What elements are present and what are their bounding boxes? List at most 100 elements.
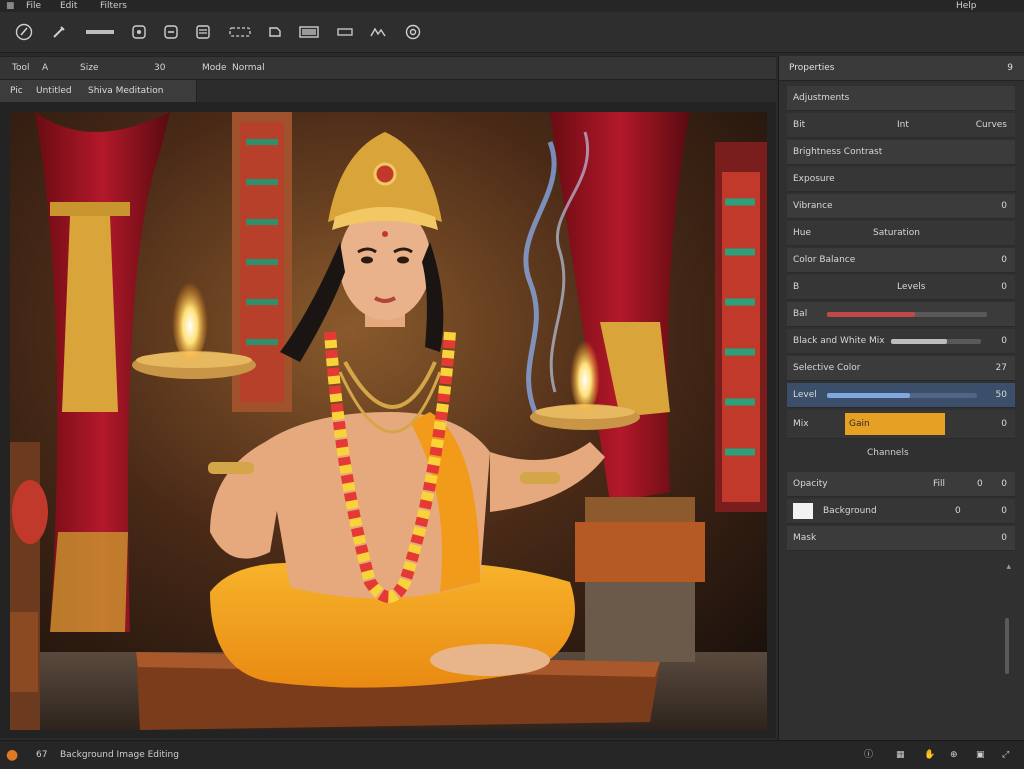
row-value: Curves bbox=[975, 120, 1007, 130]
menu-edit[interactable]: Edit bbox=[60, 0, 77, 12]
options-bar: Tool A Size 30 Mode Normal bbox=[0, 56, 776, 80]
info-icon[interactable]: ⓘ bbox=[864, 741, 873, 769]
canvas-area bbox=[0, 102, 776, 738]
row-mid: Levels bbox=[897, 282, 926, 292]
row-label: Brightness Contrast bbox=[793, 147, 883, 157]
adjustment-row-exposure[interactable]: Exposure bbox=[787, 167, 1015, 192]
row-label: Level bbox=[793, 390, 817, 400]
row-value: 0 bbox=[1001, 419, 1007, 429]
row-value: 0 bbox=[1001, 282, 1007, 292]
bw-slider-fill bbox=[891, 339, 947, 344]
fit-icon[interactable]: ▣ bbox=[976, 741, 985, 769]
row-label: Vibrance bbox=[793, 201, 833, 211]
move-icon[interactable] bbox=[266, 22, 284, 42]
row-value: 0 bbox=[1001, 336, 1007, 346]
document-tab-id: Pic bbox=[10, 86, 23, 96]
option-a[interactable]: A bbox=[42, 57, 48, 79]
rectangle-icon[interactable] bbox=[298, 22, 320, 42]
zoom-icon[interactable]: ⊕ bbox=[950, 741, 958, 769]
layer-value-1: 0 bbox=[955, 506, 961, 516]
line-icon[interactable] bbox=[336, 22, 354, 42]
option-size-label: Size bbox=[80, 63, 99, 73]
properties-panel: Properties 9 Adjustments Bit Int Curves … bbox=[778, 56, 1024, 740]
panel-title: Properties bbox=[789, 63, 835, 73]
app-logo-icon: ● bbox=[6, 747, 19, 763]
gain-label: Gain bbox=[849, 419, 870, 429]
bw-slider[interactable] bbox=[891, 339, 981, 344]
layer-thumbnail bbox=[793, 503, 813, 519]
row-label: Hue bbox=[793, 228, 812, 238]
option-tool[interactable]: Tool bbox=[12, 57, 29, 79]
stamp-icon[interactable] bbox=[162, 22, 180, 42]
row-mid: Int bbox=[897, 120, 909, 130]
document-tab[interactable]: Pic Untitled Shiva Meditation bbox=[0, 80, 197, 102]
status-text: Background Image Editing bbox=[60, 750, 179, 760]
opacity-label: Opacity bbox=[793, 479, 828, 489]
scroll-up-icon[interactable]: ▴ bbox=[1006, 562, 1011, 572]
image-canvas[interactable] bbox=[10, 112, 767, 730]
panel-scrollbar[interactable] bbox=[1005, 618, 1009, 674]
brush-tool-icon[interactable] bbox=[14, 22, 34, 42]
adjustment-row-levels[interactable]: B Levels 0 bbox=[787, 275, 1015, 300]
adjustment-row-bit[interactable]: Bit Int Curves bbox=[787, 113, 1015, 138]
selection-icon[interactable] bbox=[228, 22, 252, 42]
layers-header: Opacity Fill 0 0 bbox=[787, 472, 1015, 497]
row-value: 50 bbox=[995, 390, 1007, 400]
fullscreen-icon[interactable]: ⤢ bbox=[1002, 741, 1009, 769]
option-size-value[interactable]: 30 bbox=[154, 57, 165, 79]
row-mid: Saturation bbox=[873, 228, 920, 238]
adjustment-row-balance-slider[interactable]: Bal bbox=[787, 302, 1015, 327]
crop-icon[interactable] bbox=[130, 22, 148, 42]
status-bar: ● 67 Background Image Editing ⓘ ▦ ✋ ⊕ ▣ … bbox=[0, 740, 1024, 769]
gain-swatch[interactable]: Gain bbox=[845, 413, 945, 435]
option-mode-value[interactable]: Normal bbox=[232, 57, 265, 79]
menu-file[interactable]: File bbox=[26, 0, 41, 12]
layer-value: 0 bbox=[1001, 533, 1007, 543]
eyedropper-icon[interactable] bbox=[50, 22, 68, 42]
fill-value: 0 bbox=[1001, 479, 1007, 489]
layer-row-background[interactable]: Background 0 0 bbox=[787, 499, 1015, 524]
row-label: Selective Color bbox=[793, 363, 861, 373]
adjustment-row-mix[interactable]: Mix Gain 0 bbox=[787, 410, 1015, 439]
adjustment-row-selective-color[interactable]: Selective Color 27 bbox=[787, 356, 1015, 381]
toolbar bbox=[0, 12, 1024, 53]
layer-row-mask[interactable]: Mask 0 bbox=[787, 526, 1015, 551]
row-label: Exposure bbox=[793, 174, 835, 184]
settings-icon[interactable] bbox=[404, 22, 422, 42]
adjustment-row-hue[interactable]: Hue Saturation bbox=[787, 221, 1015, 246]
menu-help[interactable]: Help bbox=[956, 0, 977, 12]
row-label: B bbox=[793, 282, 800, 292]
adjustment-row-color-balance[interactable]: Color Balance 0 bbox=[787, 248, 1015, 273]
level-slider-fill bbox=[827, 393, 910, 398]
grid-icon[interactable] bbox=[368, 22, 388, 42]
document-tab-bar: Pic Untitled Shiva Meditation bbox=[0, 80, 776, 102]
row-label: Color Balance bbox=[793, 255, 856, 265]
adjustment-row-level-selected[interactable]: Level 50 bbox=[787, 383, 1015, 408]
document-tab-name: Untitled bbox=[36, 86, 72, 96]
level-slider[interactable] bbox=[827, 393, 977, 398]
adjustment-row-black-white[interactable]: Black and White Mix 0 bbox=[787, 329, 1015, 354]
adjustment-row-vibrance[interactable]: Vibrance 0 bbox=[787, 194, 1015, 219]
layer-name: Mask bbox=[793, 533, 817, 543]
row-value: 0 bbox=[1001, 201, 1007, 211]
adjustment-row-brightness[interactable]: Brightness Contrast bbox=[787, 140, 1015, 165]
layer-name: Background bbox=[823, 506, 877, 516]
layers-icon[interactable] bbox=[194, 22, 212, 42]
grid-icon[interactable]: ▦ bbox=[896, 741, 905, 769]
row-label: Mix bbox=[793, 419, 809, 429]
channels-label[interactable]: Channels bbox=[867, 446, 909, 460]
hand-icon[interactable]: ✋ bbox=[924, 741, 935, 769]
panel-header: Properties 9 bbox=[779, 56, 1024, 81]
document-tab-label: Shiva Meditation bbox=[88, 86, 164, 96]
opacity-value: 0 bbox=[977, 479, 983, 489]
artwork-image bbox=[10, 112, 767, 730]
balance-slider[interactable] bbox=[827, 312, 987, 317]
row-label: Black and White Mix bbox=[793, 336, 885, 346]
menu-bar: ■ File Edit Filters Help bbox=[0, 0, 1024, 12]
zoom-level[interactable]: 67 bbox=[36, 741, 47, 769]
row-label: Bal bbox=[793, 309, 808, 319]
text-tool-icon[interactable] bbox=[84, 22, 116, 42]
menu-filters[interactable]: Filters bbox=[100, 0, 127, 12]
app-menu-icon[interactable]: ■ bbox=[6, 0, 15, 12]
layer-value-2: 0 bbox=[1001, 506, 1007, 516]
